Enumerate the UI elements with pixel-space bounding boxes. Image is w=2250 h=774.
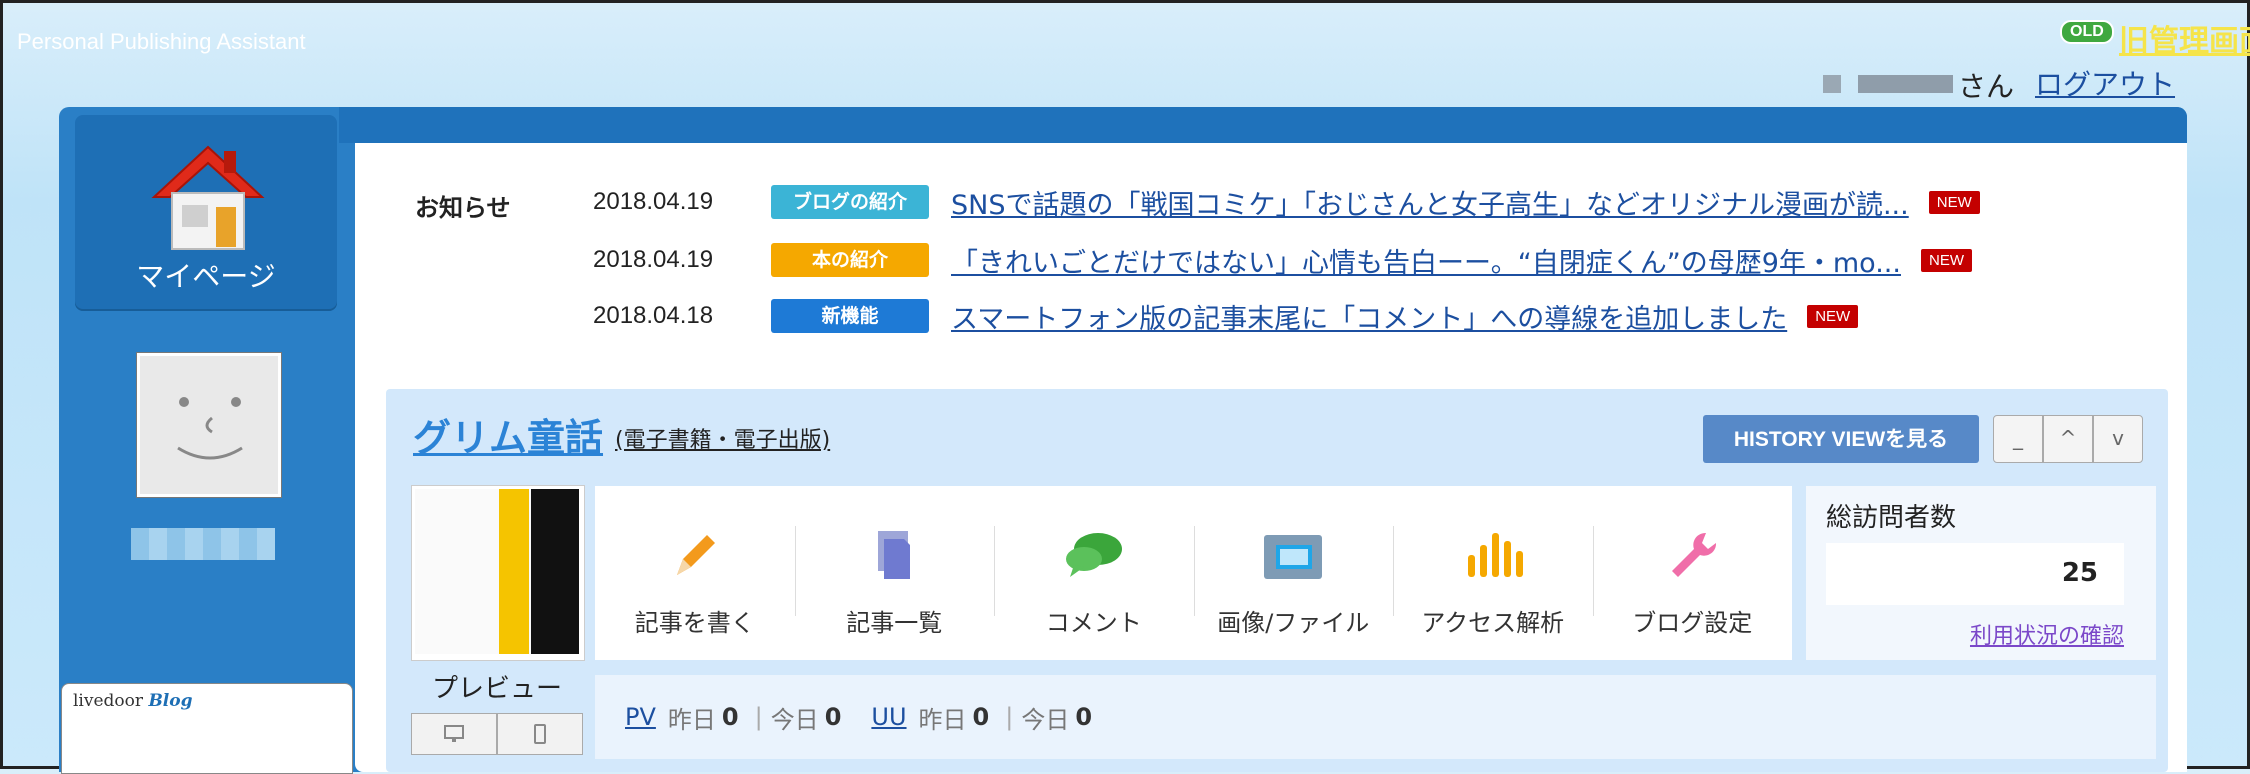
username-redacted [1858,75,1953,93]
uu-today-label: 今日 [1021,705,1070,734]
usage-status-link[interactable]: 利用状況の確認 [1826,618,2124,650]
news-date: 2018.04.19 [593,246,714,273]
uu-today-value: 0 [1075,703,1093,731]
document-list-icon [878,531,911,579]
news-heading: お知らせ [415,194,511,222]
post-list-button[interactable]: 記事一覧 [794,486,995,660]
separator: | [1005,703,1014,731]
news-date: 2018.04.19 [593,188,714,215]
total-visitors-value: 25 [2061,558,2098,588]
move-down-button[interactable]: v [2093,415,2143,463]
username-redacted [131,528,275,560]
house-icon [151,145,265,250]
smartphone-icon [534,724,546,744]
desktop-preview-button[interactable] [411,713,497,755]
minimize-button[interactable]: _ [1993,415,2043,463]
news-tag: 本の紹介 [771,243,929,277]
pv-link[interactable]: PV [625,703,656,731]
new-badge: NEW [1928,190,1980,214]
old-badge[interactable]: OLD [2060,20,2114,44]
old-admin-link[interactable]: 旧管理画面 [2119,16,2250,60]
username-redacted [1823,75,1841,93]
image-folder-icon [1264,535,1323,579]
livedoor-blog-logo: livedoor Blog [73,691,193,711]
news-item: 2018.04.19 ブログの紹介 SNSで話題の「戦国コミケ」「おじさんと女子… [593,183,1980,221]
blog-settings-button[interactable]: ブログ設定 [1592,486,1793,660]
blog-tools: 記事を書く 記事一覧 コメント 画像/ファイル アクセス解析 ブログ設定 [595,486,1792,660]
total-visitors-title: 総訪問者数 [1826,503,1957,533]
thumbnail-stripe [499,489,529,654]
pv-uu-stats: PV 昨日 0 | 今日 0 UU 昨日 0 | 今日 0 [595,675,2156,759]
pv-yesterday-value: 0 [721,703,739,731]
user-suffix: さん [1958,70,2015,103]
tool-label: アクセス解析 [1421,609,1565,637]
tool-label: 記事一覧 [846,609,943,637]
news-item: 2018.04.18 新機能 スマートフォン版の記事末尾に「コメント」への導線を… [593,297,1859,336]
news-item: 2018.04.19 本の紹介 「きれいごとだけではない」心情も告白ーー。“自閉… [593,241,1972,279]
app-title: Personal Publishing Assistant [17,29,306,54]
history-view-button[interactable]: HISTORY VIEWを見る [1703,415,1979,463]
move-up-button[interactable]: ^ [2043,415,2093,463]
thumbnail-sidebar [531,489,579,654]
tool-label: コメント [1045,609,1142,637]
tool-label: 記事を書く [634,609,755,637]
new-badge: NEW [1807,304,1859,328]
images-files-button[interactable]: 画像/ファイル [1193,486,1394,660]
news-date: 2018.04.18 [593,302,714,329]
news-title-link[interactable]: スマートフォン版の記事末尾に「コメント」への導線を追加しました [951,297,1787,336]
pv-today-label: 今日 [770,705,819,734]
news-title-link[interactable]: SNSで話題の「戦国コミケ」「おじさんと女子高生」などオリジナル漫画が読... [951,183,1909,222]
preview-mode-buttons [411,713,583,755]
tool-label: ブログ設定 [1632,609,1753,637]
news-tag: ブログの紹介 [771,185,929,219]
logout-link[interactable]: ログアウト [2035,63,2175,103]
tool-label: 画像/ファイル [1217,609,1370,637]
news-tag: 新機能 [771,299,929,333]
content-top-bar [339,107,2187,143]
wrench-icon [1672,532,1717,577]
uu-yesterday-label: 昨日 [918,705,967,734]
bar-chart-icon [1467,533,1523,577]
separator: | [754,703,763,731]
blog-title-link[interactable]: グリム童話 [413,407,603,462]
pv-yesterday-label: 昨日 [667,705,716,734]
access-analytics-button[interactable]: アクセス解析 [1393,486,1593,660]
write-post-button[interactable]: 記事を書く [595,486,795,660]
monitor-icon [444,725,464,742]
blog-category-link[interactable]: (電子書籍・電子出版) [615,422,830,454]
preview-label: プレビュー [431,674,562,704]
avatar-icon[interactable] [137,353,281,497]
pencil-icon [676,535,715,575]
mypage-label: マイページ [136,260,276,293]
mobile-preview-button[interactable] [497,713,583,755]
comment-bubble-icon [1065,533,1122,577]
uu-link[interactable]: UU [871,703,906,731]
comments-button[interactable]: コメント [994,486,1194,660]
new-badge: NEW [1920,248,1972,272]
pv-today-value: 0 [824,703,842,731]
news-title-link[interactable]: 「きれいごとだけではない」心情も告白ーー。“自閉症くん”の母歴9年・mo... [951,241,1901,280]
uu-yesterday-value: 0 [972,703,990,731]
